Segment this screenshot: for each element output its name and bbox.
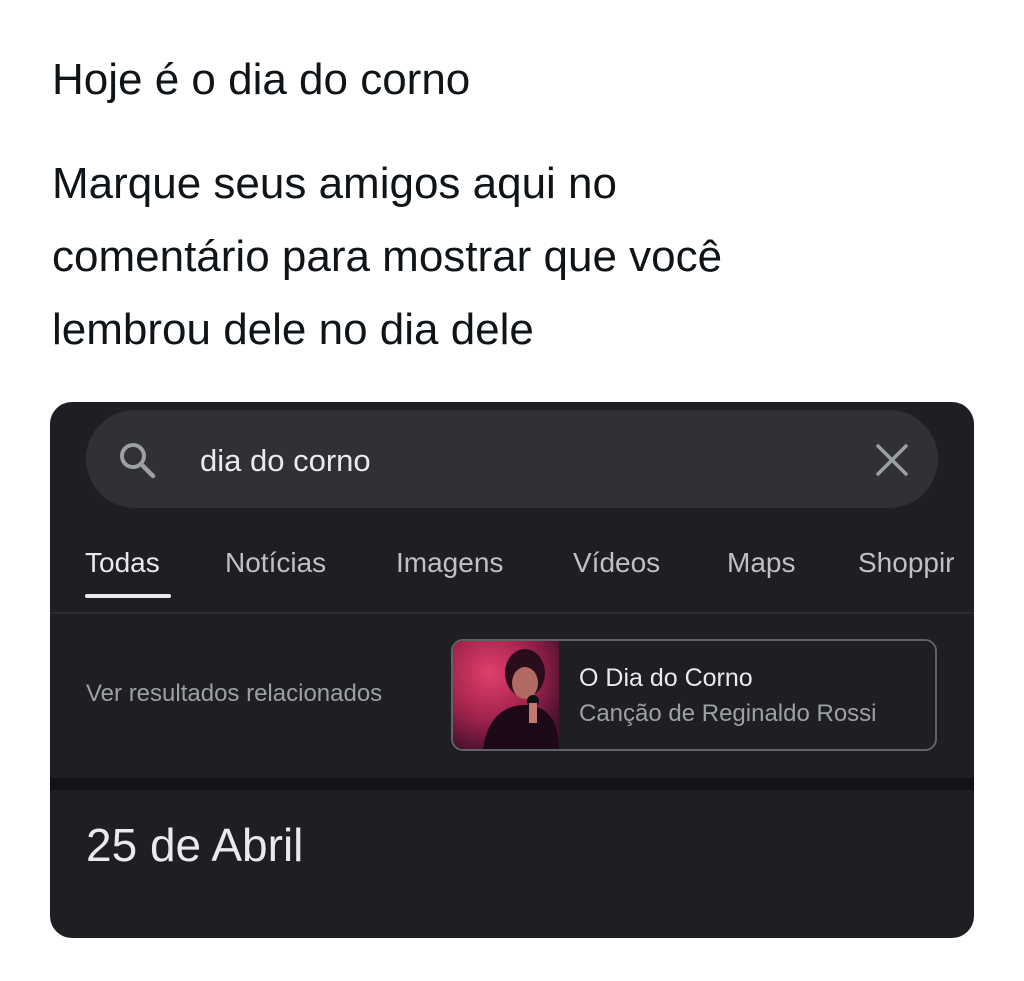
- tweet-text-line: comentário para mostrar que você: [52, 232, 723, 281]
- tab-maps[interactable]: Maps: [727, 549, 795, 577]
- search-bar[interactable]: dia do corno: [86, 410, 938, 508]
- singer-thumbnail: [453, 641, 559, 749]
- tab-todas[interactable]: Todas: [85, 549, 160, 577]
- search-screenshot-card: dia do corno Todas Notícias Imagens Víde…: [50, 402, 974, 938]
- related-results-label: Ver resultados relacionados: [86, 680, 383, 707]
- tweet-text-body: Marque seus amigos aqui no comentário pa…: [52, 147, 722, 366]
- tab-imagens[interactable]: Imagens: [396, 549, 503, 577]
- search-tabs: Todas Notícias Imagens Vídeos Maps Shopp…: [50, 542, 974, 612]
- close-icon[interactable]: [874, 442, 910, 478]
- answer-date: 25 de Abril: [86, 819, 304, 871]
- tweet-text-line: Marque seus amigos aqui no: [52, 159, 617, 208]
- section-divider: [50, 778, 974, 790]
- related-result-card[interactable]: O Dia do Corno Canção de Reginaldo Rossi: [451, 639, 937, 751]
- active-tab-indicator: [85, 594, 171, 598]
- related-result-subtitle: Canção de Reginaldo Rossi: [579, 700, 877, 727]
- search-input[interactable]: dia do corno: [200, 445, 371, 476]
- divider: [50, 612, 974, 614]
- tweet-text-line: lembrou dele no dia dele: [52, 305, 534, 354]
- related-result-title: O Dia do Corno: [579, 664, 753, 692]
- tweet-text-line-1: Hoje é o dia do corno: [52, 55, 471, 104]
- tab-noticias[interactable]: Notícias: [225, 549, 326, 577]
- tab-shopping[interactable]: Shoppir: [858, 549, 955, 577]
- search-icon: [120, 443, 156, 479]
- tab-videos[interactable]: Vídeos: [573, 549, 660, 577]
